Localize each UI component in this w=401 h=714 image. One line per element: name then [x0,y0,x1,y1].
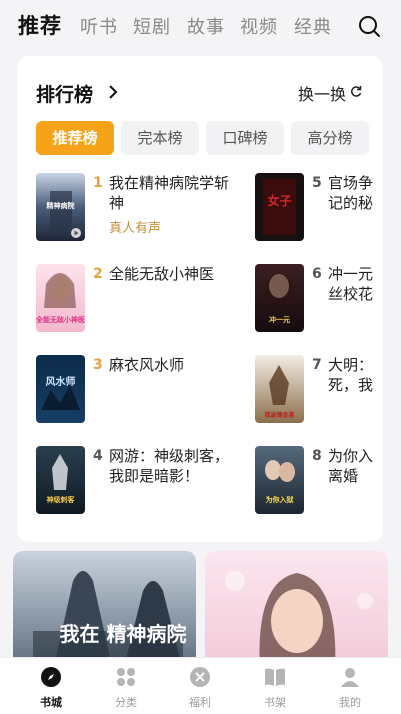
book-cover: 女子 [255,173,304,241]
tab-classics[interactable]: 经典 [294,13,332,39]
nav-label: 书城 [40,696,62,709]
promo-banner-right[interactable] [205,551,388,671]
cover-title: 我返锋金甚 [264,411,294,419]
ranking-title[interactable]: 排行榜 [36,80,93,107]
promo-title: 我在 精神病院 [60,622,187,646]
tab-stories[interactable]: 故事 [187,13,225,39]
book-cover: 全能无敌小神医 [36,264,85,332]
cover-title: 全能无敌小神医 [36,315,85,324]
nav-bookshelf[interactable]: 书架 [239,658,311,714]
nav-categories[interactable]: 分类 [90,658,162,714]
refresh-button[interactable]: 换一换 [298,81,346,105]
book-item[interactable]: 我返锋金甚 7 大明： 死，我 [255,355,383,427]
book-title: 大明： 死，我 [328,356,373,394]
cover-title: 神级刺客 [47,495,76,504]
filter-reputation[interactable]: 口碑榜 [206,121,284,155]
cover-title: 风水师 [46,375,76,388]
promo-banner-left[interactable]: 我在 精神病院 [13,551,196,671]
rank-number: 1 [93,175,103,191]
book-cover: 我返锋金甚 [255,355,304,423]
book-title: 网游：神级刺客，我即是暗影！ [109,447,230,485]
book-title: 为你入 离婚 [328,447,373,485]
refresh-icon[interactable] [350,85,362,97]
ranking-card: 排行榜 换一换 推荐榜 完本榜 口碑榜 高分榜 精神病院 1 我在精神病院学斩神… [17,56,383,542]
book-item[interactable]: 精神病院 1 我在精神病院学斩神 真人有声 [36,173,256,245]
grid-icon [117,668,135,686]
book-title: 全能无敌小神医 [109,265,215,283]
book-cover: 神级刺客 [36,446,85,514]
top-tab-bar: 推荐 听书 短剧 故事 视频 经典 [0,0,401,50]
book-cover: 精神病院 [36,173,85,241]
tab-videos[interactable]: 视频 [240,13,278,39]
tab-short-drama[interactable]: 短剧 [133,13,171,39]
rank-number: 2 [93,266,103,282]
book-item[interactable]: 女子 5 官场争 记的秘 [255,173,383,245]
rank-number: 6 [312,266,322,282]
book-tag: 真人有声 [109,221,162,236]
filter-recommended[interactable]: 推荐榜 [36,121,114,155]
rank-number: 3 [93,357,103,373]
bottom-nav: 书城 分类 福利 书架 我的 [0,657,401,714]
book-title: 冲一元 丝校花 [328,265,373,303]
book-title: 我在精神病院学斩神 [109,174,230,212]
book-cover: 风水师 [36,355,85,423]
book-cover: 为你入狱 [255,446,304,514]
book-title: 麻衣风水师 [109,356,185,374]
chevron-right-icon[interactable] [106,84,120,100]
cover-title: 为你入狱 [266,495,294,504]
compass-icon [41,667,61,687]
book-item[interactable]: 风水师 3 麻衣风水师 [36,355,256,427]
nav-label: 分类 [115,696,137,709]
tab-audiobooks[interactable]: 听书 [80,13,118,39]
nav-profile[interactable]: 我的 [314,658,386,714]
filter-high-score[interactable]: 高分榜 [291,121,369,155]
cover-title: 精神病院 [47,201,75,210]
book-icon [265,668,285,686]
book-cover: 冲一元 [255,264,304,332]
book-item[interactable]: 全能无敌小神医 2 全能无敌小神医 [36,264,256,336]
nav-label: 我的 [339,696,361,709]
book-item[interactable]: 为你入狱 8 为你入 离婚 [255,446,383,518]
user-icon [341,668,359,687]
cover-title: 女子 [267,193,291,208]
rank-number: 7 [312,357,322,373]
nav-rewards[interactable]: 福利 [164,658,236,714]
nav-bookstore[interactable]: 书城 [15,658,87,714]
nav-label: 书架 [264,696,286,709]
tab-recommend[interactable]: 推荐 [18,10,62,40]
book-item[interactable]: 神级刺客 4 网游：神级刺客，我即是暗影！ [36,446,256,518]
rank-number: 5 [312,175,322,191]
book-title: 官场争 记的秘 [328,174,373,212]
filter-completed[interactable]: 完本榜 [121,121,199,155]
search-icon[interactable] [357,14,381,38]
cover-title: 冲一元 [269,315,290,324]
rank-number: 4 [93,448,103,464]
nav-label: 福利 [189,696,211,709]
book-item[interactable]: 冲一元 6 冲一元 丝校花 [255,264,383,336]
rank-number: 8 [312,448,322,464]
gift-icon [190,667,210,687]
